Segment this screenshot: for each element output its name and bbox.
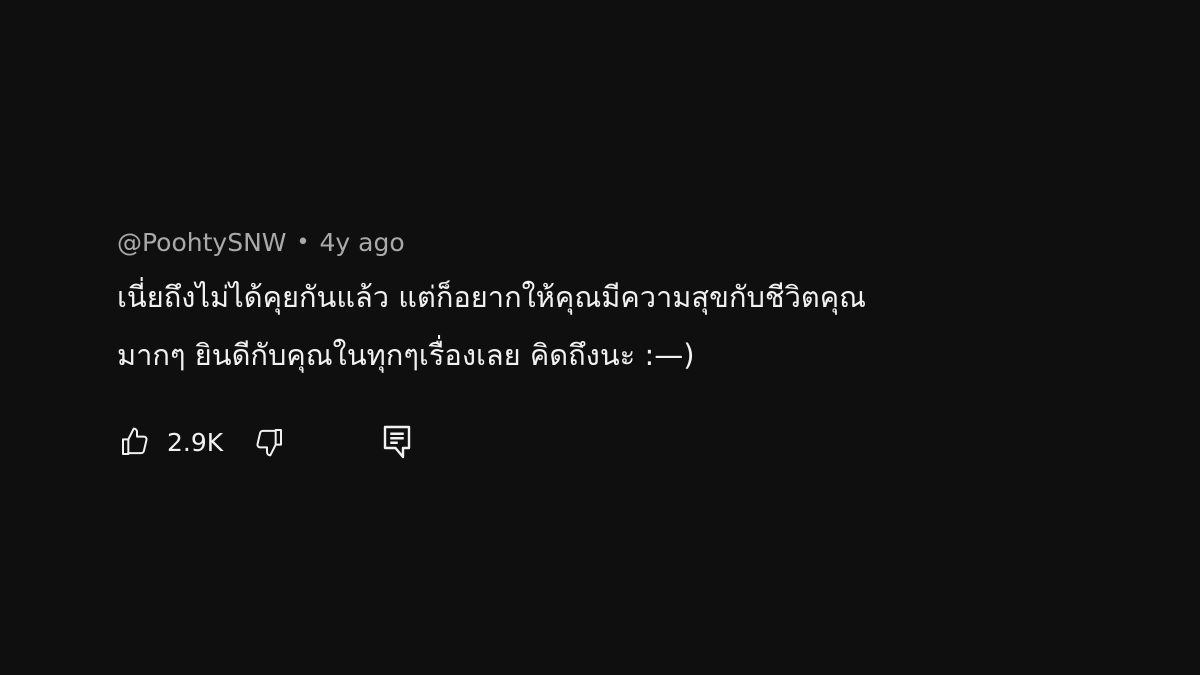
comment-meta: @PoohtySNW • 4y ago [117, 226, 1077, 260]
comment-text: เนี่ยถึงไม่ได้คุยกันแล้ว แต่ก็อยากให้คุณ… [117, 268, 1077, 384]
reply-button[interactable] [379, 424, 415, 460]
comment-author[interactable]: @PoohtySNW [117, 226, 287, 260]
reply-comment-icon [383, 425, 411, 459]
comment-text-line-2: มากๆ ยินดีกับคุณในทุกๆเรื่องเลย คิดถึงนะ… [117, 338, 695, 372]
comment-actions: 2.9K [117, 420, 415, 464]
meta-separator: • [296, 230, 310, 255]
comment-time: 4y ago [319, 228, 405, 257]
thumbs-up-icon [122, 427, 148, 455]
comment-card: @PoohtySNW • 4y ago เนี่ยถึงไม่ได้คุยกัน… [117, 226, 1077, 384]
comment-text-line-1: เนี่ยถึงไม่ได้คุยกันแล้ว แต่ก็อยากให้คุณ… [117, 280, 867, 314]
like-button[interactable] [117, 424, 153, 460]
dislike-button[interactable] [251, 424, 287, 460]
thumbs-down-icon [256, 429, 283, 457]
like-count: 2.9K [167, 427, 224, 457]
